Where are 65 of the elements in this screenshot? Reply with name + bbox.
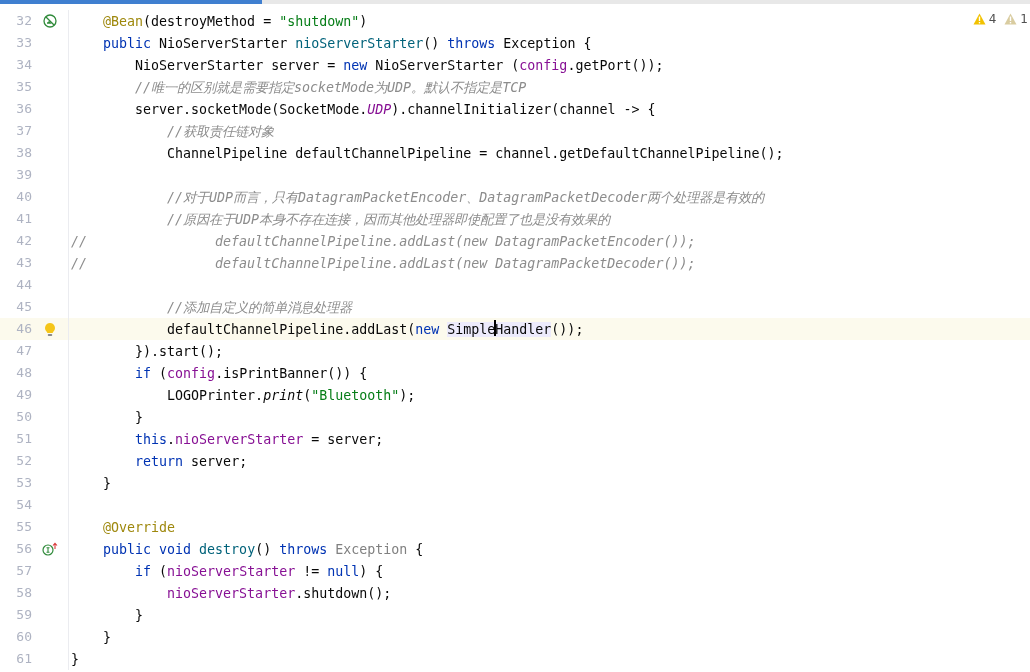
code-line: defaultChannelPipeline.addLast(new SimpleHandler()); [167,321,584,339]
warning-count[interactable]: 1 [1020,10,1028,28]
line-number: 55 [16,519,32,535]
line-number: 51 [16,431,32,447]
code-line: } [103,475,112,493]
warning-icon[interactable] [1004,13,1018,25]
code-line: this.nioServerStarter = server; [135,431,384,449]
line-number: 35 [16,79,32,95]
code-line: @Override [103,519,176,537]
code-line: //原因在于UDP本身不存在连接，因而其他处理器即使配置了也是没有效果的 [167,211,611,229]
line-number: 33 [16,35,32,51]
code-line: if (nioServerStarter != null) { [135,563,384,581]
line-number: 36 [16,101,32,117]
line-number: 32 [16,13,32,29]
line-number: 43 [16,255,32,271]
line-number: 49 [16,387,32,403]
line-number: 42 [16,233,32,249]
code-line: @Bean(destroyMethod = "shutdown") [103,13,368,31]
code-line: nioServerStarter.shutdown(); [167,585,392,603]
code-line: ChannelPipeline defaultChannelPipeline = channel.getDefaultChannelPipeline(); [167,145,784,163]
code-line: } [135,607,144,625]
code-line: server.socketMode(SocketMode.UDP).channelInitializer(channel -> { [135,101,656,119]
code-line: } [103,629,112,647]
warning-count[interactable]: 4 [988,10,997,28]
code-line: return server; [135,453,248,471]
code-line: // defaultChannelPipeline.addLast(new DatagramPacketDecoder()); [71,255,696,273]
line-number: 45 [16,299,32,315]
line-number: 61 [16,651,32,667]
line-number: 34 [16,57,32,73]
line-number: 48 [16,365,32,381]
line-number: 50 [16,409,32,425]
bean-icon[interactable] [43,14,57,28]
line-number: 59 [16,607,32,623]
code-line: public void destroy() throws Exception { [103,541,424,559]
line-number: 44 [16,277,32,293]
lightbulb-icon[interactable] [44,321,56,337]
line-number: 39 [16,167,32,183]
line-number: 58 [16,585,32,601]
code-line: // defaultChannelPipeline.addLast(new DatagramPacketEncoder()); [71,233,696,251]
code-line: } [71,651,79,669]
line-number: 38 [16,145,32,161]
warning-icon[interactable] [972,13,986,25]
code-line: //唯一的区别就是需要指定socketMode为UDP。默认不指定是TCP [135,79,527,97]
scrollbar-thumb[interactable] [0,0,262,4]
code-line: public NioServerStarter nioServerStarter() throws Exception { [103,35,592,53]
implements-icon[interactable] [42,542,58,556]
code-line: } [135,409,144,427]
line-number: 54 [16,497,32,513]
code-line: //获取责任链对象 [167,123,275,141]
line-number: 40 [16,189,32,205]
code-line: NioServerStarter server = new NioServerStarter (config.getPort()); [135,57,664,75]
line-number: 46 [16,321,32,337]
code-line: //添加自定义的简单消息处理器 [167,299,353,317]
line-number: 41 [16,211,32,227]
line-number: 52 [16,453,32,469]
line-number: 37 [16,123,32,139]
line-number: 57 [16,563,32,579]
line-number: 47 [16,343,32,359]
code-line: if (config.isPrintBanner()) { [135,365,368,383]
code-line: //对于UDP而言，只有DatagramPacketEncoder、DatagramPacketDecoder两个处理器是有效的 [167,189,765,207]
line-number: 60 [16,629,32,645]
code-line: }).start(); [135,343,224,361]
code-line: LOGOPrinter.print("Bluetooth"); [167,387,416,405]
line-number: 56 [16,541,32,557]
line-number: 53 [16,475,32,491]
